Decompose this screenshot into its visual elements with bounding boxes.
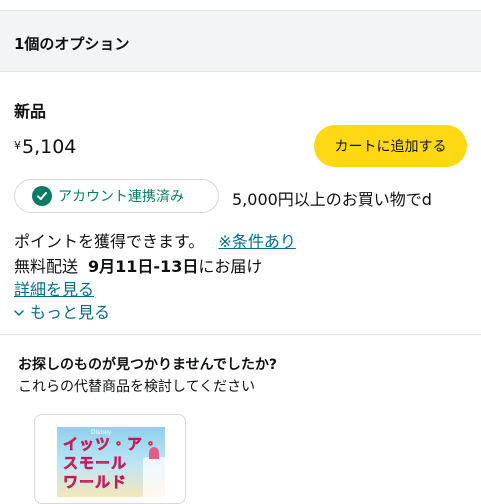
price-value: 5,104	[22, 136, 77, 158]
points-earn-text: ポイントを獲得できます。	[14, 232, 205, 251]
condition-label: 新品	[14, 102, 47, 121]
points-info-line2: ポイントを獲得できます。 ※条件あり	[14, 228, 296, 252]
delivery-date: 9月11日-13日	[88, 257, 199, 276]
free-shipping-label: 無料配送	[14, 257, 79, 276]
section-divider	[0, 334, 481, 335]
alternatives-subtitle: これらの代替商品を検討してください	[18, 379, 256, 395]
product-thumbnail[interactable]: Disney イッツ・ア・ スモール ワールド	[57, 427, 165, 497]
shipping-line: 無料配送 9月11日-13日にお届け	[14, 253, 262, 277]
see-more-label: もっと見る	[30, 303, 111, 322]
thumb-line: スモール	[63, 454, 128, 473]
details-link[interactable]: 詳細を見る	[14, 276, 94, 300]
chevron-down-icon	[14, 302, 24, 321]
offer-price: ¥5,104	[14, 136, 76, 158]
see-more-link[interactable]: もっと見る	[14, 299, 110, 323]
points-info-text: 5,000円以上のお買い物でd	[232, 190, 432, 209]
top-edge	[0, 0, 481, 10]
account-linked-badge: アカウント連携済み	[14, 179, 219, 213]
currency-symbol: ¥	[14, 139, 21, 152]
product-title-art: イッツ・ア・ スモール ワールド	[63, 435, 159, 492]
alternatives-title: お探しのものが見つかりませんでしたか?	[18, 357, 277, 373]
thumb-line: ワールド	[63, 473, 128, 492]
conditions-link[interactable]: ※条件あり	[218, 232, 295, 251]
thumb-line: イッツ・ア・	[63, 435, 160, 454]
check-circle-icon	[32, 186, 52, 206]
badge-label: アカウント連携済み	[58, 189, 184, 205]
delivery-suffix: にお届け	[198, 257, 263, 276]
options-header: 1個のオプション	[0, 10, 481, 72]
alternative-product-card[interactable]: Disney イッツ・ア・ スモール ワールド	[34, 414, 186, 504]
add-to-cart-button[interactable]: カートに追加する	[314, 125, 467, 167]
options-count-title: 1個のオプション	[14, 35, 130, 53]
